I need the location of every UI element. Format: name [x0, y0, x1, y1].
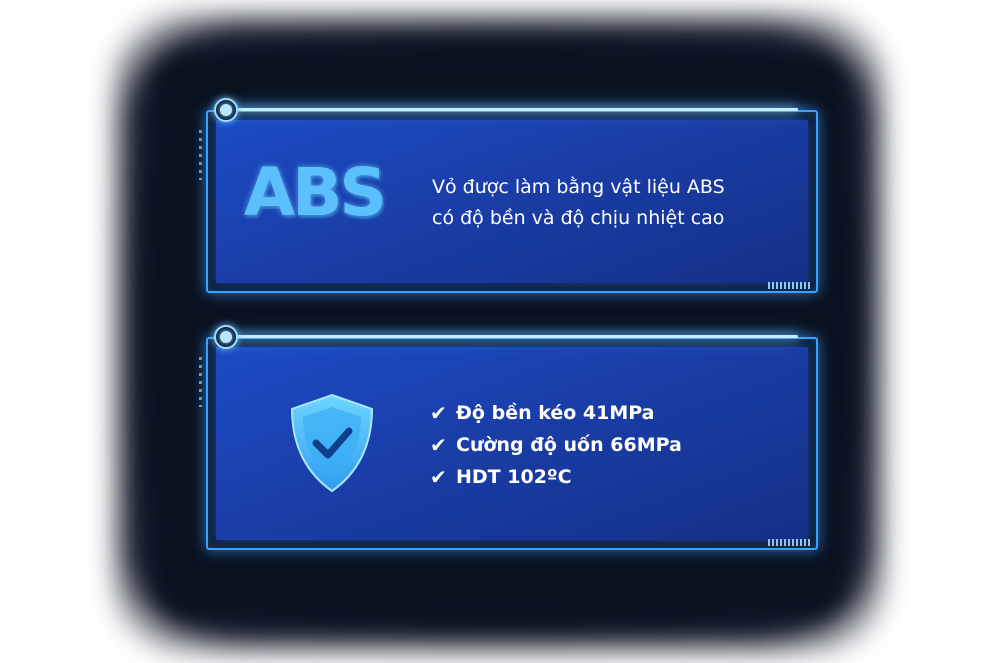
corner-circle-icon: [214, 98, 238, 122]
side-tick-marks: [199, 130, 202, 180]
spec-text: Độ bền kéo 41MPa: [456, 402, 655, 424]
side-tick-marks: [199, 357, 202, 407]
list-item: ✔ Cường độ uốn 66MPa: [430, 429, 682, 461]
check-icon: ✔: [430, 465, 447, 489]
spec-text: HDT 102ºC: [456, 466, 572, 488]
abs-material-card: ABS Vỏ được làm bằng vật liệu ABS có độ …: [199, 98, 818, 293]
specs-card: ✔ Độ bền kéo 41MPa ✔ Cường độ uốn 66MPa …: [199, 325, 818, 550]
list-item: ✔ Độ bền kéo 41MPa: [430, 397, 682, 429]
stripe-bar-icon: [768, 282, 812, 289]
description-line: có độ bền và độ chịu nhiệt cao: [432, 207, 725, 229]
abs-description: Vỏ được làm bằng vật liệu ABS có độ bền …: [432, 172, 725, 234]
description-line: Vỏ được làm bằng vật liệu ABS: [432, 176, 725, 198]
corner-circle-icon: [214, 325, 238, 349]
check-icon: ✔: [430, 401, 447, 425]
shield-check-icon: [290, 393, 374, 493]
card-top-glow: [236, 335, 798, 338]
list-item: ✔ HDT 102ºC: [430, 461, 682, 493]
card-top-glow: [236, 108, 798, 111]
stripe-bar-icon: [768, 539, 812, 546]
abs-logo: ABS: [244, 154, 387, 231]
check-icon: ✔: [430, 433, 447, 457]
specs-list: ✔ Độ bền kéo 41MPa ✔ Cường độ uốn 66MPa …: [430, 397, 682, 493]
spec-text: Cường độ uốn 66MPa: [456, 434, 682, 456]
